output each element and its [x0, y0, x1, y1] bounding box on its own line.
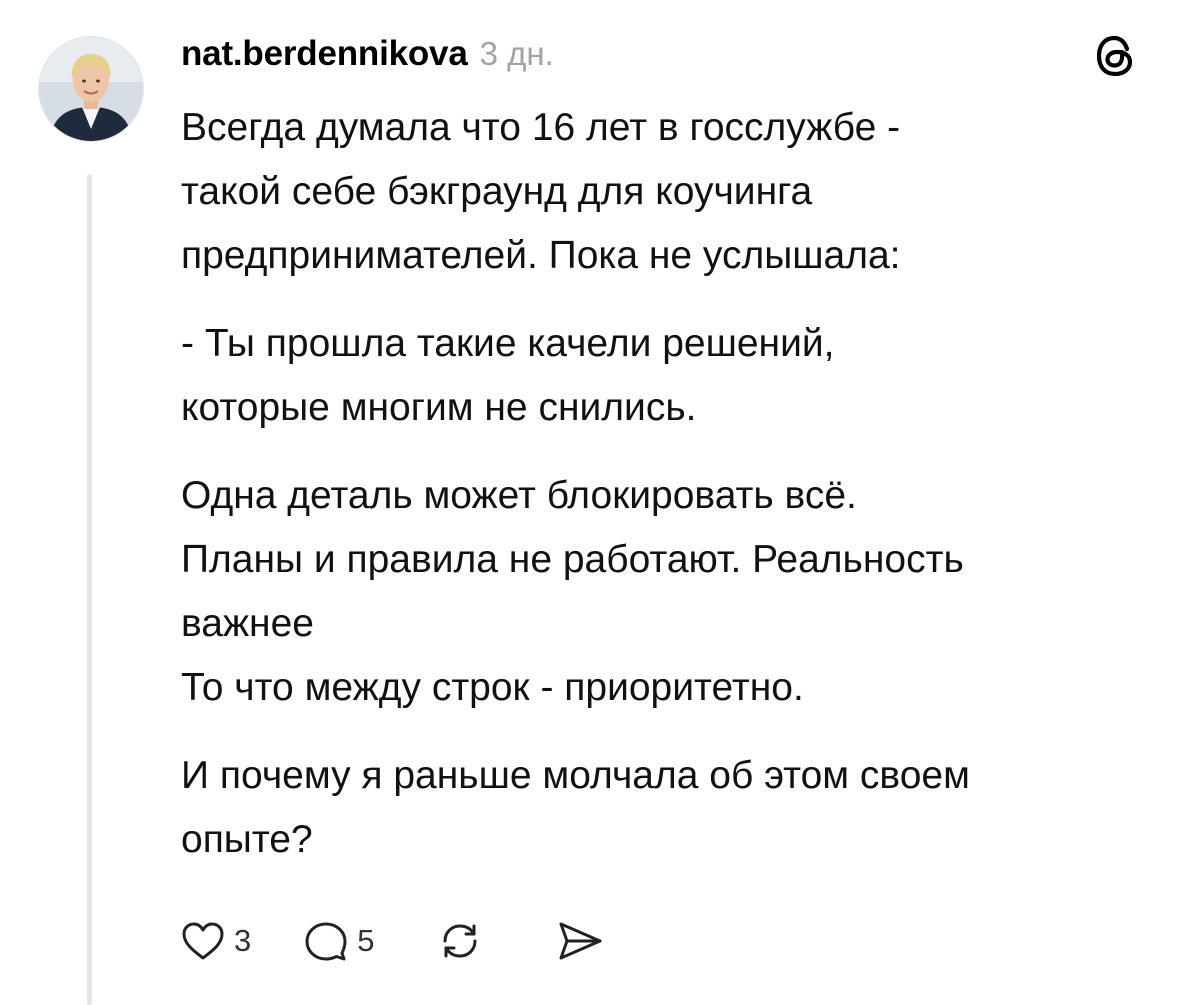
heart-icon: [182, 922, 224, 960]
repost-icon: [443, 924, 476, 958]
body-line: важнее: [181, 602, 314, 645]
avatar[interactable]: [38, 36, 144, 142]
body-line: И почему я раньше молчала об этом своем: [181, 754, 970, 797]
body-line: То что между строк - приоритетно.: [181, 666, 804, 709]
post-actions: 3 5: [180, 914, 605, 968]
body-line: опыте?: [181, 818, 313, 861]
reply-count: 5: [357, 923, 375, 958]
post-body: Всегда думала что 16 лет в госслужбе - т…: [181, 96, 1141, 872]
thread-line: [87, 174, 92, 1005]
repost-button[interactable]: [437, 919, 483, 963]
username-link[interactable]: nat.berdennikova: [181, 34, 468, 74]
like-count: 3: [234, 923, 252, 958]
body-line: предпринимателей. Пока не услышала:: [181, 234, 901, 277]
threads-post: nat.berdennikova 3 дн. Всегда думала что…: [0, 0, 1179, 1005]
timestamp: 3 дн.: [479, 35, 554, 72]
send-icon: [559, 922, 601, 960]
share-button[interactable]: [555, 919, 605, 963]
body-line: - Ты прошла такие качели решений,: [181, 322, 835, 365]
body-line: такой себе бэкграунд для коучинга: [181, 170, 813, 213]
threads-logo-icon: [1092, 32, 1140, 80]
like-button[interactable]: 3: [180, 919, 251, 963]
body-line: Всегда думала что 16 лет в госслужбе -: [181, 106, 901, 149]
body-line: которые многим не снились.: [181, 386, 697, 429]
body-line: Одна деталь может блокировать всё.: [181, 474, 857, 517]
comment-icon: [305, 922, 347, 961]
post-header: nat.berdennikova 3 дн.: [181, 34, 554, 82]
reply-button[interactable]: 5: [303, 919, 375, 963]
body-line: Планы и правила не работают. Реальность: [181, 538, 964, 581]
avatar-photo: [39, 37, 143, 141]
